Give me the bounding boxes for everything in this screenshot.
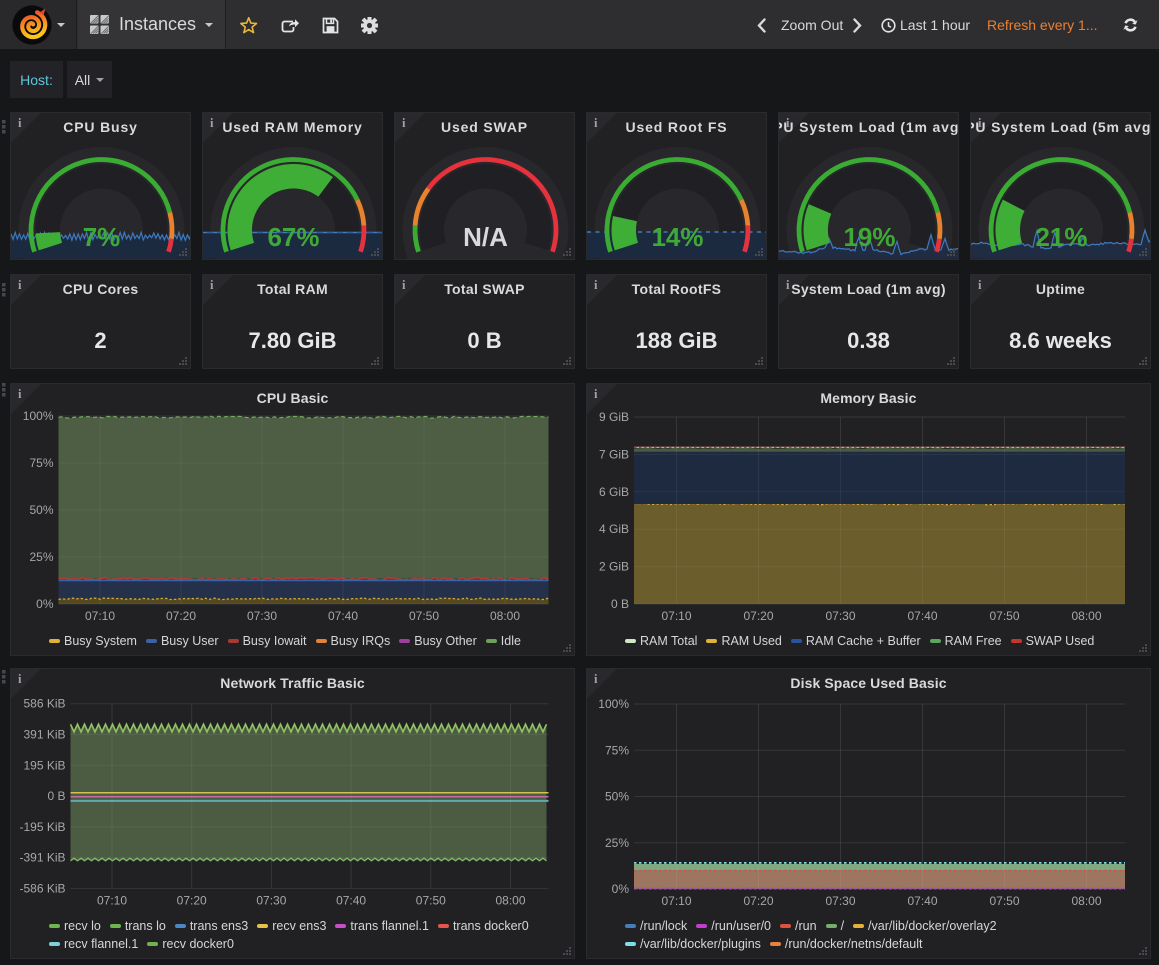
svg-text:75%: 75% bbox=[29, 456, 53, 470]
svg-text:07:20: 07:20 bbox=[743, 609, 773, 623]
svg-text:100%: 100% bbox=[23, 409, 54, 423]
svg-text:25%: 25% bbox=[605, 836, 629, 850]
svg-text:0 B: 0 B bbox=[611, 597, 629, 611]
svg-text:-391 KiB: -391 KiB bbox=[19, 851, 65, 865]
svg-text:07:10: 07:10 bbox=[661, 894, 691, 908]
svg-text:50%: 50% bbox=[29, 503, 53, 517]
svg-text:07:40: 07:40 bbox=[328, 609, 358, 623]
svg-text:21%: 21% bbox=[1035, 222, 1087, 252]
svg-text:-586 KiB: -586 KiB bbox=[19, 881, 65, 895]
svg-text:08:00: 08:00 bbox=[490, 609, 520, 623]
svg-text:07:30: 07:30 bbox=[825, 609, 855, 623]
svg-text:67%: 67% bbox=[267, 222, 319, 252]
svg-text:195 KiB: 195 KiB bbox=[23, 758, 65, 772]
svg-text:07:40: 07:40 bbox=[907, 894, 937, 908]
svg-text:0%: 0% bbox=[36, 597, 54, 611]
svg-text:08:00: 08:00 bbox=[1071, 894, 1101, 908]
svg-text:4 GiB: 4 GiB bbox=[599, 522, 629, 536]
svg-text:07:40: 07:40 bbox=[336, 893, 366, 907]
svg-text:08:00: 08:00 bbox=[1071, 609, 1101, 623]
svg-text:07:30: 07:30 bbox=[247, 609, 277, 623]
svg-text:-195 KiB: -195 KiB bbox=[19, 820, 65, 834]
svg-text:586 KiB: 586 KiB bbox=[23, 697, 65, 711]
svg-text:25%: 25% bbox=[29, 550, 53, 564]
svg-text:391 KiB: 391 KiB bbox=[23, 728, 65, 742]
svg-text:0%: 0% bbox=[612, 882, 630, 896]
svg-text:07:50: 07:50 bbox=[416, 893, 446, 907]
svg-text:14%: 14% bbox=[651, 222, 703, 252]
svg-text:6 GiB: 6 GiB bbox=[599, 485, 629, 499]
svg-text:07:10: 07:10 bbox=[85, 609, 115, 623]
svg-text:07:20: 07:20 bbox=[166, 609, 196, 623]
svg-text:07:50: 07:50 bbox=[989, 894, 1019, 908]
svg-text:08:00: 08:00 bbox=[495, 893, 525, 907]
svg-text:9 GiB: 9 GiB bbox=[599, 410, 629, 424]
svg-text:07:10: 07:10 bbox=[661, 609, 691, 623]
svg-text:7%: 7% bbox=[83, 222, 121, 252]
svg-text:07:10: 07:10 bbox=[97, 893, 127, 907]
svg-text:100%: 100% bbox=[598, 697, 629, 711]
svg-text:07:20: 07:20 bbox=[743, 894, 773, 908]
svg-text:75%: 75% bbox=[605, 743, 629, 757]
svg-text:07:50: 07:50 bbox=[409, 609, 439, 623]
svg-text:07:20: 07:20 bbox=[177, 893, 207, 907]
svg-text:07:40: 07:40 bbox=[907, 609, 937, 623]
svg-text:7 GiB: 7 GiB bbox=[599, 447, 629, 461]
svg-text:N/A: N/A bbox=[463, 222, 508, 252]
svg-text:07:30: 07:30 bbox=[256, 893, 286, 907]
svg-text:19%: 19% bbox=[843, 222, 895, 252]
svg-text:2 GiB: 2 GiB bbox=[599, 560, 629, 574]
svg-text:50%: 50% bbox=[605, 790, 629, 804]
svg-text:0 B: 0 B bbox=[47, 789, 65, 803]
svg-text:07:30: 07:30 bbox=[825, 894, 855, 908]
svg-text:07:50: 07:50 bbox=[989, 609, 1019, 623]
